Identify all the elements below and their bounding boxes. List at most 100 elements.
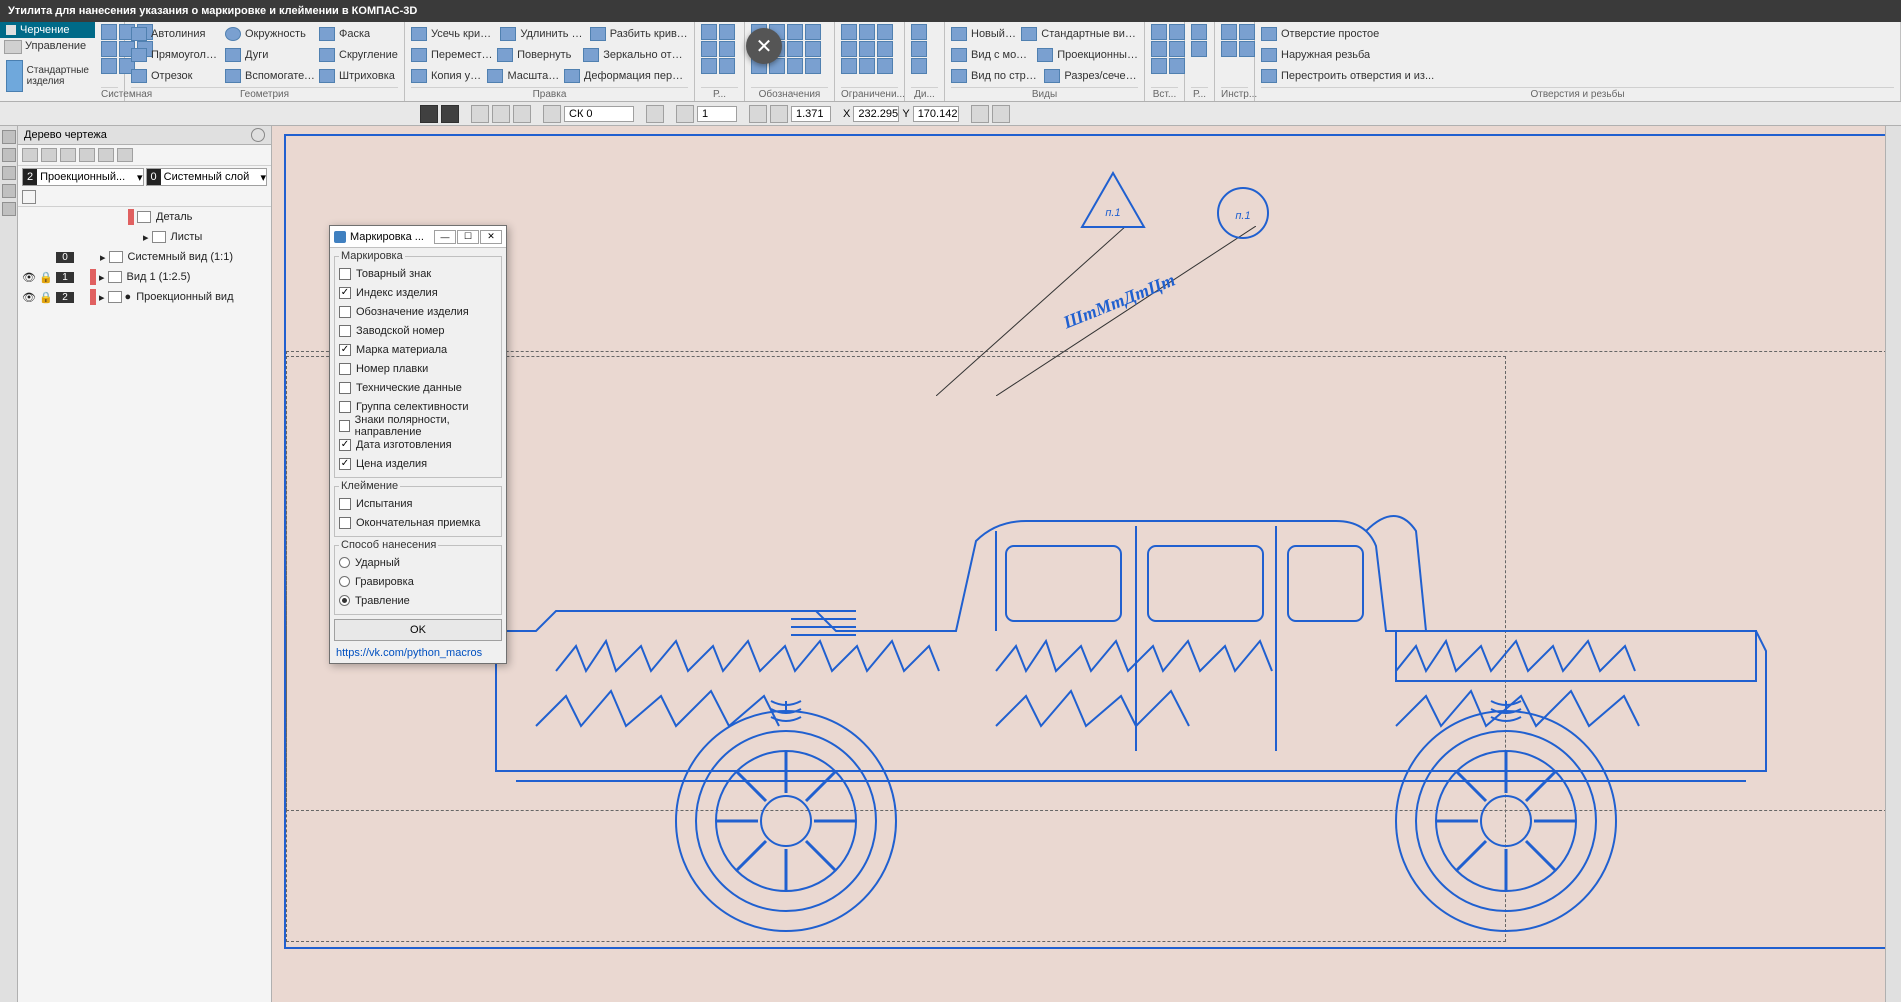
dock-tree-icon[interactable] [2, 130, 16, 144]
qa-settings-icon[interactable] [4, 40, 22, 54]
chk-polarity[interactable]: Знаки полярности, направление [339, 416, 497, 435]
t2-icon[interactable] [1239, 24, 1255, 40]
st3-icon[interactable] [60, 148, 76, 162]
dim5-icon[interactable] [701, 58, 717, 74]
autoline-icon[interactable] [131, 27, 147, 41]
dim2-icon[interactable] [719, 24, 735, 40]
maximize-button[interactable]: ☐ [457, 230, 479, 244]
radio-impact[interactable]: Ударный [339, 553, 497, 572]
t1-icon[interactable] [1221, 24, 1237, 40]
split-icon[interactable] [590, 27, 606, 41]
c6-icon[interactable] [877, 41, 893, 57]
c7-icon[interactable] [841, 58, 857, 74]
copy-icon[interactable] [411, 69, 427, 83]
mirror-icon[interactable] [583, 48, 599, 62]
gear-icon[interactable] [251, 128, 265, 142]
t4-icon[interactable] [1239, 41, 1255, 57]
arc-icon[interactable] [225, 48, 241, 62]
i6-icon[interactable] [1169, 58, 1185, 74]
st6-icon[interactable] [117, 148, 133, 162]
cs-select[interactable]: СК 0 [564, 106, 634, 122]
st5-icon[interactable] [98, 148, 114, 162]
d2-icon[interactable] [911, 41, 927, 57]
c2-icon[interactable] [859, 24, 875, 40]
qa-manage[interactable]: Управление [25, 40, 86, 54]
dim3-icon[interactable] [701, 41, 717, 57]
i5-icon[interactable] [1151, 58, 1167, 74]
arrow-icon[interactable] [951, 69, 967, 83]
step-field[interactable]: 1 [697, 106, 737, 122]
chk-price[interactable]: Цена изделия [339, 454, 497, 473]
close-button[interactable]: ✕ [480, 230, 502, 244]
r2-icon[interactable] [1191, 41, 1207, 57]
view-select[interactable]: 2Проекционный...▾ [22, 168, 144, 186]
search-input[interactable] [40, 191, 267, 203]
chk-melt[interactable]: Номер плавки [339, 359, 497, 378]
an4-icon[interactable] [805, 24, 821, 40]
opt-par-icon[interactable] [513, 105, 531, 123]
ok-button[interactable]: OK [334, 619, 502, 641]
chk-tech[interactable]: Технические данные [339, 378, 497, 397]
thread-icon[interactable] [1261, 48, 1277, 62]
aux-icon[interactable] [225, 69, 241, 83]
hole-icon[interactable] [1261, 27, 1277, 41]
projview-icon[interactable] [1037, 48, 1053, 62]
chk-index[interactable]: Индекс изделия [339, 283, 497, 302]
dim6-icon[interactable] [719, 58, 735, 74]
tree-projview[interactable]: 👁🔒2▸●Проекционный вид [18, 287, 271, 307]
stdviews-icon[interactable] [1021, 27, 1037, 41]
opt-tan-icon[interactable] [492, 105, 510, 123]
i1-icon[interactable] [1151, 24, 1167, 40]
chk-trademark[interactable]: Товарный знак [339, 264, 497, 283]
opt-grid-icon[interactable] [543, 105, 561, 123]
move-icon[interactable] [411, 48, 427, 62]
opt-dd-icon[interactable] [441, 105, 459, 123]
t3-icon[interactable] [1221, 41, 1237, 57]
tree-sysview[interactable]: 0▸Системный вид (1:1) [18, 247, 271, 267]
newview-icon[interactable] [951, 27, 967, 41]
chk-final[interactable]: Окончательная приемка [339, 513, 497, 532]
lib-icon[interactable] [101, 58, 117, 74]
opt-step-icon[interactable] [676, 105, 694, 123]
rebuild-icon[interactable] [1261, 69, 1277, 83]
opt-end2-icon[interactable] [992, 105, 1010, 123]
i2-icon[interactable] [1169, 24, 1185, 40]
dim4-icon[interactable] [719, 41, 735, 57]
d1-icon[interactable] [911, 24, 927, 40]
tree-detail[interactable]: Деталь [18, 207, 271, 227]
ribbon-tab-drawing[interactable]: Черчение [0, 22, 95, 38]
zoom-field[interactable]: 1.371 [791, 106, 831, 122]
c4-icon[interactable] [841, 41, 857, 57]
rotate-icon[interactable] [497, 48, 513, 62]
an11-icon[interactable] [787, 58, 803, 74]
chk-test[interactable]: Испытания [339, 494, 497, 513]
an8-icon[interactable] [805, 41, 821, 57]
scale-icon[interactable] [487, 69, 503, 83]
minimize-button[interactable]: — [434, 230, 456, 244]
fillet-icon[interactable] [319, 48, 335, 62]
dock-more-icon[interactable] [2, 202, 16, 216]
radio-etch[interactable]: Травление [339, 591, 497, 610]
new-icon[interactable] [101, 24, 117, 40]
an12-icon[interactable] [805, 58, 821, 74]
trim-icon[interactable] [411, 27, 427, 41]
chk-material[interactable]: Марка материала [339, 340, 497, 359]
dialog-titlebar[interactable]: Маркировка ... — ☐ ✕ [330, 226, 506, 248]
video-close-button[interactable]: ✕ [746, 28, 782, 64]
radio-engrave[interactable]: Гравировка [339, 572, 497, 591]
c9-icon[interactable] [877, 58, 893, 74]
c1-icon[interactable] [841, 24, 857, 40]
dock-search-icon[interactable] [2, 184, 16, 198]
st1-icon[interactable] [22, 148, 38, 162]
section-icon[interactable] [1044, 69, 1060, 83]
st2-icon[interactable] [41, 148, 57, 162]
opt-pencil-icon[interactable] [420, 105, 438, 123]
deform-icon[interactable] [564, 69, 580, 83]
an7-icon[interactable] [787, 41, 803, 57]
tree-sheets[interactable]: ▸Листы [18, 227, 271, 247]
std-parts-button[interactable]: Стандартные изделия [0, 56, 95, 96]
drawing-canvas[interactable]: п.1 п.1 ШmMmДmЦm [272, 126, 1901, 1002]
st4-icon[interactable] [79, 148, 95, 162]
d3-icon[interactable] [911, 58, 927, 74]
opt-perp-icon[interactable] [471, 105, 489, 123]
